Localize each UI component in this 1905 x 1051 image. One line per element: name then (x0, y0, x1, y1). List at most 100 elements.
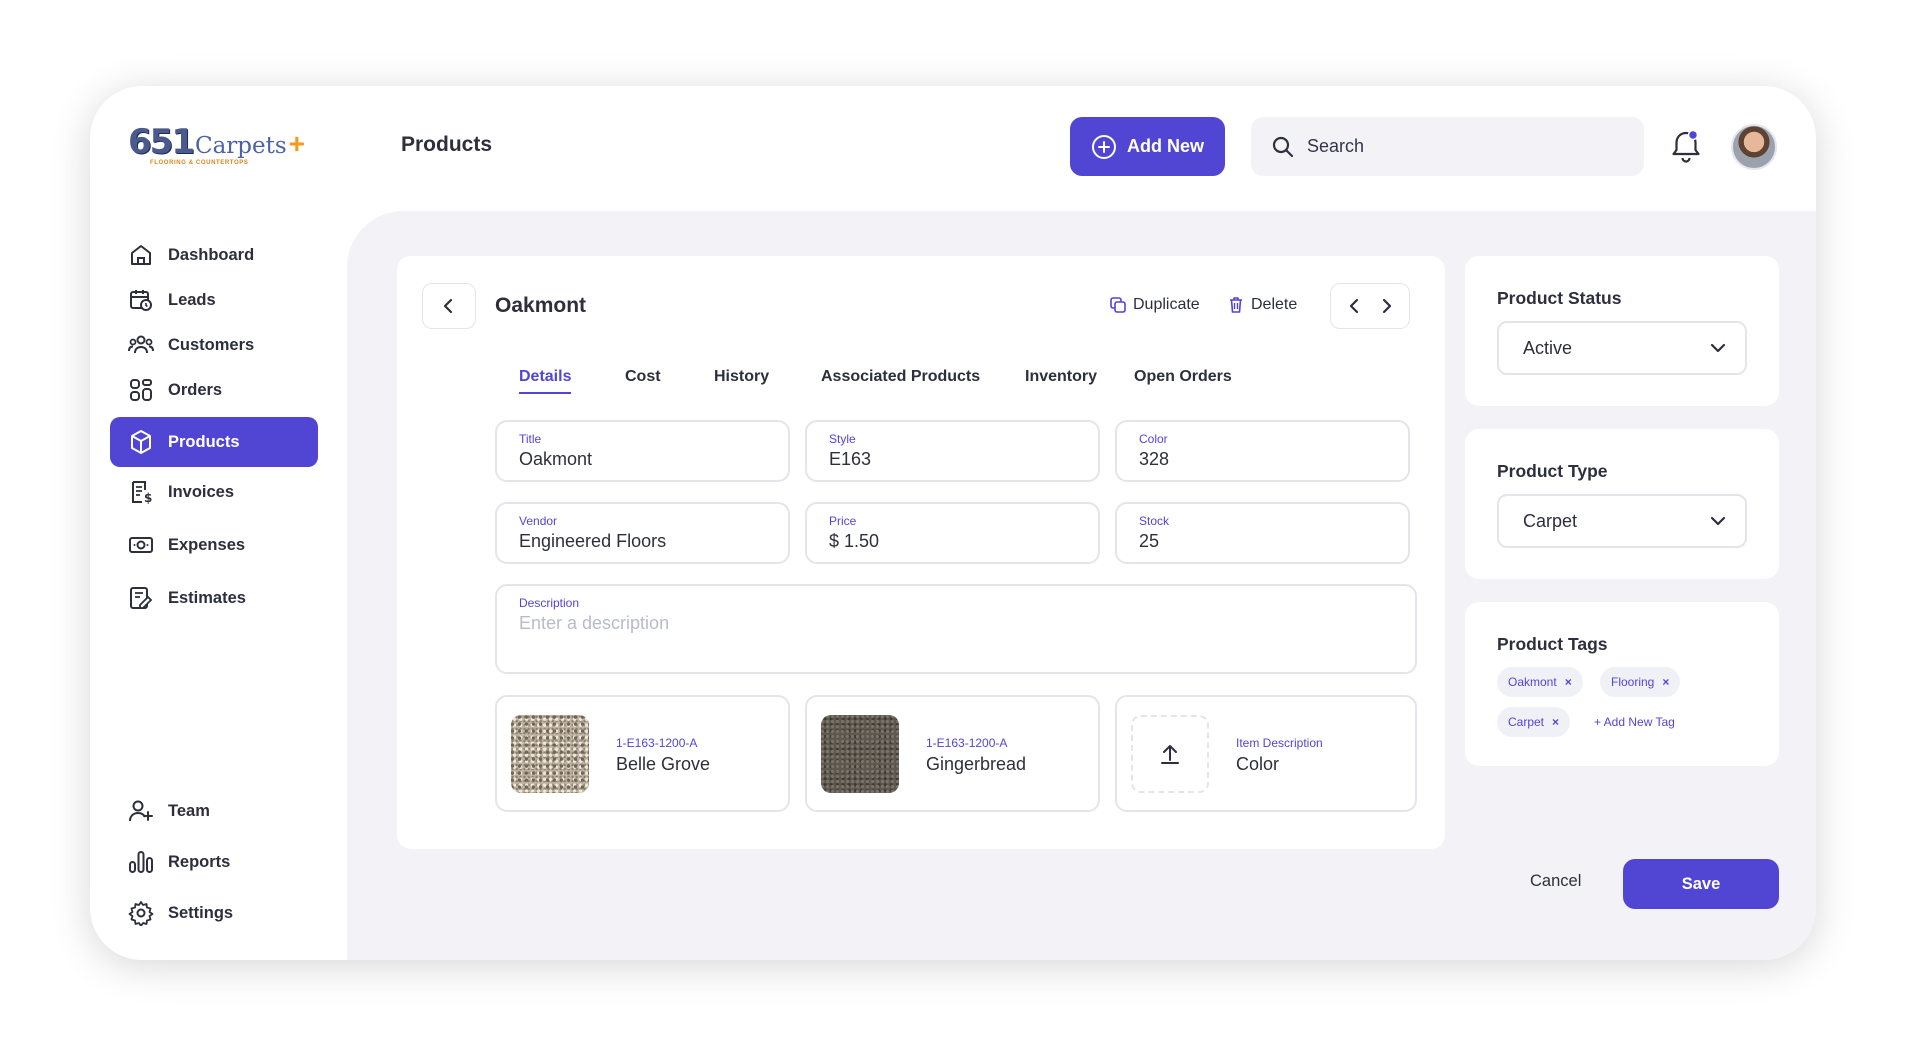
duplicate-button[interactable]: Duplicate (1109, 296, 1200, 314)
logo-tagline: FLOORING & COUNTERTOPS (150, 160, 249, 166)
sidebar-item-reports[interactable]: Reports (110, 837, 318, 887)
sidebar-item-expenses[interactable]: Expenses (110, 520, 318, 570)
sidebar-item-leads[interactable]: Leads (110, 275, 318, 325)
tab-open-orders[interactable]: Open Orders (1134, 368, 1232, 392)
logo-number: 651 (128, 122, 195, 162)
user-avatar[interactable] (1731, 124, 1777, 170)
add-new-tag-link[interactable]: + Add New Tag (1594, 715, 1675, 729)
sidebar-item-label: Customers (168, 335, 255, 354)
home-icon (131, 245, 151, 265)
duplicate-label: Duplicate (1133, 296, 1200, 313)
chevron-down-icon (1710, 343, 1726, 353)
tab-details[interactable]: Details (519, 368, 572, 394)
sidebar-item-label: Leads (168, 290, 216, 309)
title-label: Title (519, 432, 542, 446)
chevron-left-icon (443, 298, 453, 314)
title-field[interactable]: Title (495, 420, 790, 482)
product-status-title: Product Status (1497, 288, 1622, 308)
description-label: Description (519, 596, 580, 610)
sidebar-item-customers[interactable]: Customers (110, 320, 318, 370)
description-field[interactable]: Description (495, 584, 1417, 674)
stock-field[interactable]: Stock (1115, 502, 1410, 564)
variant-name: Gingerbread (926, 754, 1027, 774)
style-input[interactable] (829, 449, 1072, 470)
product-status-card: Product Status Active (1465, 256, 1779, 406)
product-tags-card: Product Tags Oakmont × Flooring × Carpet… (1465, 602, 1779, 766)
tag-label: Carpet (1508, 715, 1545, 729)
product-status-select[interactable]: Active (1497, 321, 1747, 375)
chevron-left-icon[interactable] (1346, 297, 1364, 315)
remove-tag-icon[interactable]: × (1552, 715, 1559, 729)
app-window: 651 Carpets + FLOORING & COUNTERTOPS Pro… (90, 86, 1816, 960)
sidebar-item-dashboard[interactable]: Dashboard (110, 230, 318, 280)
add-new-button[interactable]: Add New (1070, 117, 1225, 176)
variant-code: 1-E163-1200-A (616, 736, 698, 750)
remove-tag-icon[interactable]: × (1565, 675, 1572, 689)
sidebar-item-estimates[interactable]: Estimates (110, 573, 318, 623)
users-icon (128, 335, 154, 354)
logo-plus: + (288, 128, 306, 159)
price-label: Price (829, 514, 857, 528)
color-label: Color (1139, 432, 1168, 446)
product-tags-title: Product Tags (1497, 634, 1608, 654)
upload-image-button[interactable] (1131, 715, 1209, 793)
description-input[interactable] (519, 613, 1326, 653)
calendar-clock-icon (130, 290, 152, 311)
user-plus-icon (129, 800, 153, 822)
tab-history[interactable]: History (714, 368, 769, 392)
style-field[interactable]: Style (805, 420, 1100, 482)
add-new-label: Add New (1126, 136, 1204, 156)
product-name: Oakmont (495, 294, 587, 317)
chevron-right-icon[interactable] (1377, 297, 1395, 315)
variant-code: 1-E163-1200-A (926, 736, 1008, 750)
title-input[interactable] (519, 449, 762, 470)
bar-chart-icon (129, 851, 153, 873)
delete-button[interactable]: Delete (1227, 296, 1297, 314)
sidebar-item-orders[interactable]: Orders (110, 365, 318, 415)
variant-card[interactable]: 1-E163-1200-A Belle Grove (495, 695, 790, 812)
bell-icon (1672, 129, 1700, 163)
svg-text:$: $ (144, 491, 152, 505)
search-bar[interactable] (1251, 117, 1644, 176)
tab-associated-products[interactable]: Associated Products (821, 368, 980, 392)
sidebar-item-label: Reports (168, 852, 231, 871)
search-input[interactable] (1307, 136, 1627, 157)
tab-cost[interactable]: Cost (625, 368, 661, 392)
carpet-swatch-image (511, 715, 589, 793)
sidebar-item-products[interactable]: Products (110, 417, 318, 467)
trash-icon (1230, 297, 1242, 313)
color-input[interactable] (1139, 449, 1382, 470)
variant-upload-card[interactable]: Item Description Color (1115, 695, 1417, 812)
vendor-input[interactable] (519, 531, 762, 552)
sidebar-item-label: Team (168, 801, 210, 820)
save-button[interactable]: Save (1623, 859, 1779, 909)
stock-input[interactable] (1139, 531, 1382, 552)
variant-card[interactable]: 1-E163-1200-A Gingerbread (805, 695, 1100, 812)
tab-inventory[interactable]: Inventory (1025, 368, 1097, 392)
product-type-card: Product Type Carpet (1465, 429, 1779, 579)
cube-icon (131, 430, 151, 454)
sidebar-item-label: Invoices (168, 482, 235, 501)
grid-icon (130, 379, 152, 401)
plus-circle-icon (1091, 134, 1116, 159)
product-type-value: Carpet (1523, 510, 1578, 531)
sidebar-item-invoices[interactable]: $ Invoices (110, 467, 318, 517)
product-type-select[interactable]: Carpet (1497, 494, 1747, 548)
tag-chip: Carpet × (1497, 707, 1571, 737)
price-field[interactable]: Price (805, 502, 1100, 564)
logo[interactable]: 651 Carpets + FLOORING & COUNTERTOPS (128, 122, 305, 178)
vendor-field[interactable]: Vendor (495, 502, 790, 564)
color-field[interactable]: Color (1115, 420, 1410, 482)
sidebar-item-team[interactable]: Team (110, 786, 318, 836)
tag-label: Flooring (1611, 675, 1655, 689)
sidebar-item-label: Products (168, 432, 240, 451)
stock-label: Stock (1139, 514, 1170, 528)
remove-tag-icon[interactable]: × (1662, 675, 1669, 689)
back-button[interactable] (422, 283, 476, 329)
cancel-button[interactable]: Cancel (1530, 872, 1581, 891)
price-input[interactable] (829, 531, 1072, 552)
tag-chip: Flooring × (1600, 667, 1681, 697)
notification-button[interactable] (1668, 127, 1704, 165)
sidebar-item-settings[interactable]: Settings (110, 888, 318, 938)
page-title: Products (401, 133, 493, 156)
